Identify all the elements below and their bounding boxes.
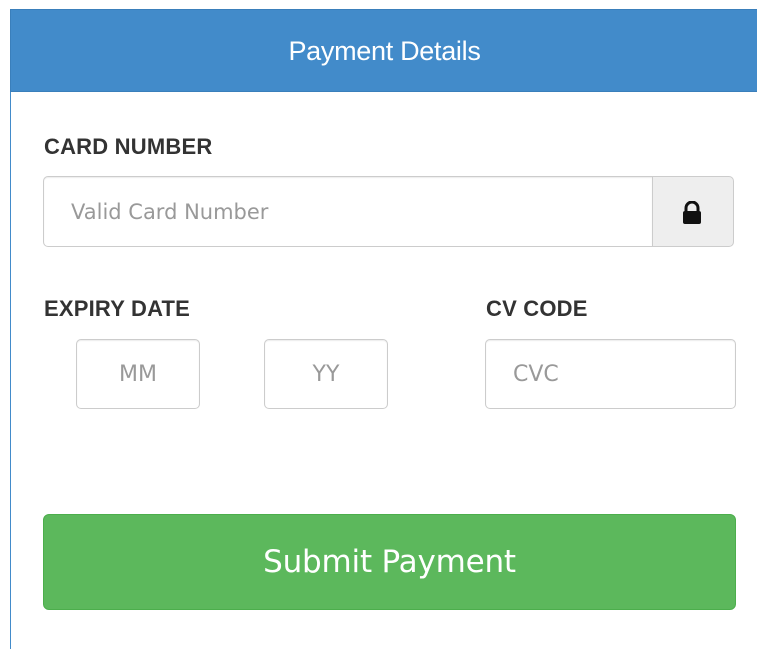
cvc-input[interactable] (485, 339, 736, 409)
card-number-input[interactable] (43, 176, 653, 247)
cv-code-label: CV CODE (486, 296, 588, 321)
lock-icon (683, 201, 701, 224)
expiry-year-input[interactable] (264, 339, 388, 409)
submit-payment-button[interactable]: Submit Payment (43, 514, 736, 610)
card-number-addon (652, 176, 734, 247)
panel-title: Payment Details (288, 36, 481, 66)
expiry-date-label: EXPIRY DATE (44, 296, 191, 321)
card-number-label: CARD NUMBER (44, 134, 213, 159)
panel-header: Payment Details (10, 9, 757, 92)
expiry-month-input[interactable] (76, 339, 200, 409)
